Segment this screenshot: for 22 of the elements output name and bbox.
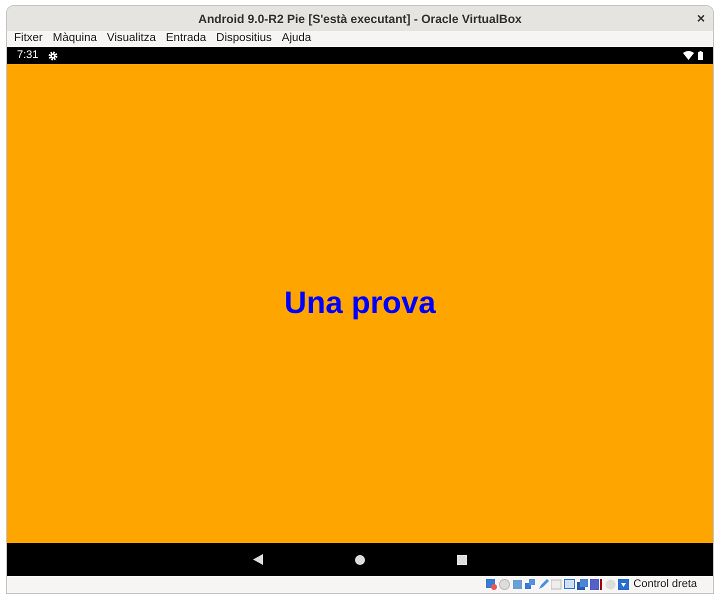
headline: Una prova	[284, 284, 436, 322]
window-title: Android 9.0-R2 Pie [S'està executant] - Oracle VirtualBox	[198, 10, 522, 28]
network-icon[interactable]	[525, 579, 536, 590]
clock: 7:31	[17, 48, 38, 64]
host-key-label: Control dreta	[633, 577, 697, 592]
windows-icon[interactable]	[577, 579, 588, 590]
recents-icon[interactable]	[457, 554, 467, 564]
menu-item[interactable]: Dispositius	[216, 30, 272, 48]
pen-icon[interactable]	[538, 579, 550, 590]
menu-item[interactable]: Màquina	[52, 30, 97, 48]
monitor-icon[interactable]	[564, 579, 576, 590]
arrow-down-icon[interactable]	[618, 579, 630, 590]
close-button[interactable]: ×	[696, 9, 705, 27]
battery-icon	[698, 51, 703, 60]
menu-item[interactable]: Fitxer	[14, 30, 43, 48]
settings-icon	[48, 50, 58, 60]
menu-item[interactable]: Entrada	[166, 30, 206, 48]
menu-item[interactable]: Ajuda	[282, 30, 312, 48]
wifi-icon	[683, 51, 694, 60]
menu-item[interactable]: Visualitza	[106, 30, 156, 48]
back-icon[interactable]	[253, 554, 263, 565]
home-icon[interactable]	[355, 554, 365, 564]
